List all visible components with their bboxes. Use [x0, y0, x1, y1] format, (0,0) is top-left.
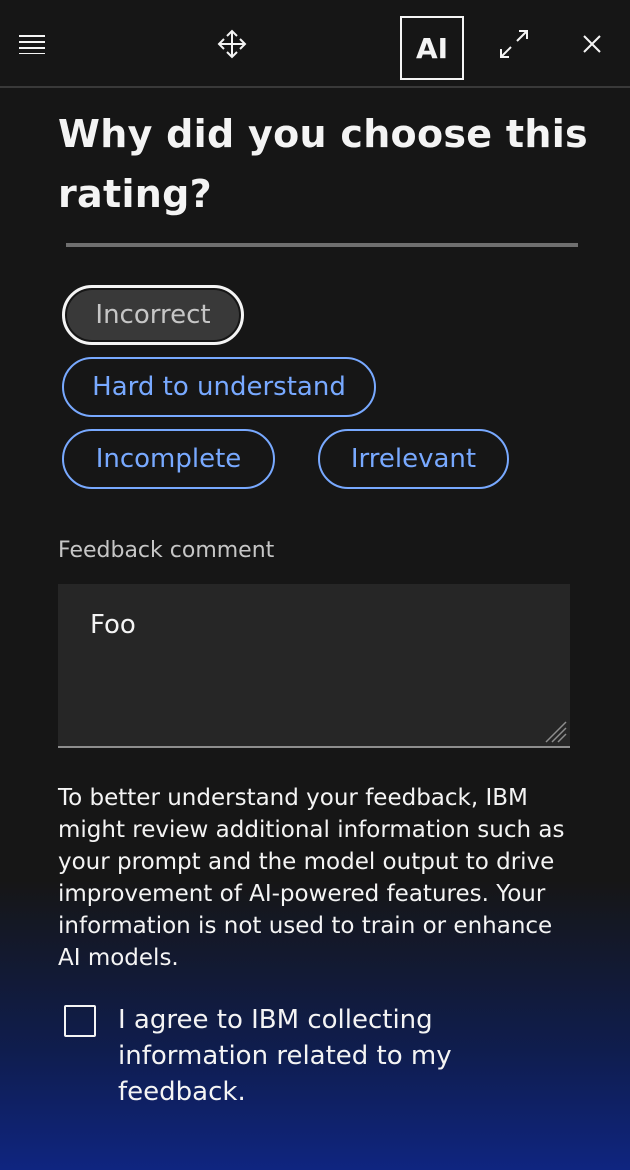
chip-label: Hard to understand	[92, 372, 346, 402]
expand-icon	[499, 29, 529, 59]
ai-badge-text: AI	[415, 31, 449, 65]
chip-label: Irrelevant	[350, 444, 477, 474]
privacy-disclaimer: To better understand your feedback, IBM …	[58, 785, 565, 971]
chip-label: Incorrect	[95, 300, 211, 330]
consent-checkbox[interactable]	[64, 1005, 96, 1037]
expand-button[interactable]	[482, 0, 546, 88]
feedback-comment-textarea[interactable]: Foo	[58, 584, 570, 748]
consent-checkbox-label[interactable]: I agree to IBM collecting information re…	[118, 1002, 538, 1110]
feedback-panel: AI Why did you choose this rating? Incor…	[0, 0, 630, 1170]
chip-incorrect[interactable]: Incorrect	[62, 285, 244, 345]
chip-hard-to-understand[interactable]: Hard to understand	[62, 357, 376, 417]
chip-label: Incomplete	[95, 444, 242, 474]
close-button[interactable]	[560, 0, 624, 88]
chip-irrelevant[interactable]: Irrelevant	[318, 429, 509, 489]
close-icon	[582, 34, 602, 54]
move-icon	[217, 29, 247, 59]
feedback-comment-value: Foo	[90, 610, 136, 640]
ai-label-badge[interactable]: AI	[400, 16, 464, 80]
move-handle[interactable]	[200, 0, 264, 88]
menu-icon	[19, 34, 45, 54]
feedback-title: Why did you choose this rating?	[58, 112, 588, 216]
feedback-comment-label: Feedback comment	[58, 538, 275, 563]
menu-button[interactable]	[0, 0, 64, 88]
resize-handle-icon[interactable]	[542, 718, 568, 744]
title-divider	[66, 243, 578, 247]
chip-incomplete[interactable]: Incomplete	[62, 429, 275, 489]
panel-header: AI	[0, 0, 630, 88]
